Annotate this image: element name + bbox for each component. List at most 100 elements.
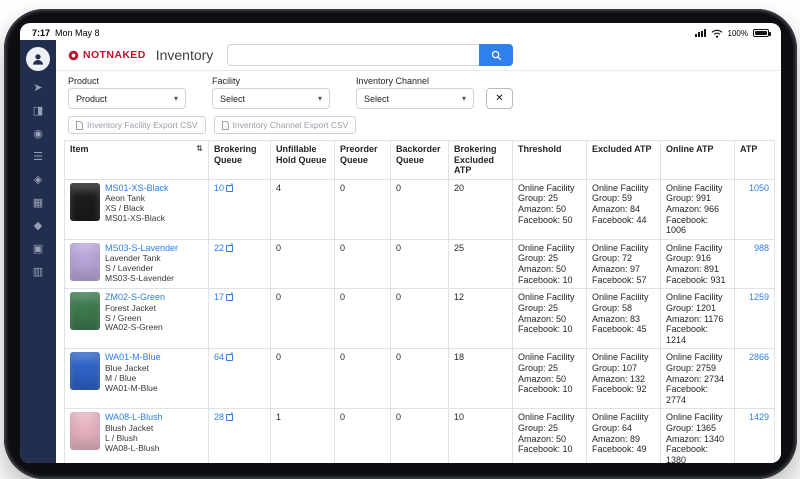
breakdown-facebook: Facebook: 10 xyxy=(518,274,573,285)
user-avatar[interactable] xyxy=(26,47,50,71)
brokering-queue-link[interactable]: 22 xyxy=(214,243,234,253)
app-shell: ➤ ◨ ◉ ☰ ◈ ▦ ◆ ▣ ▥ NOTNAKED Inventory Pro… xyxy=(20,40,781,463)
inventory-facility-export-csv-button[interactable]: Inventory Facility Export CSV xyxy=(68,116,206,134)
column-header-item[interactable]: Item ⇅ xyxy=(64,140,209,180)
column-header-threshold[interactable]: Threshold xyxy=(512,140,587,180)
brokering-excluded-atp-cell: 18 xyxy=(448,348,513,410)
atp-link[interactable]: 1050 xyxy=(749,183,769,193)
breakdown-group: Online Facility Group: 1365 xyxy=(666,412,723,434)
excluded-atp-cell: Online Facility Group: 58 Amazon: 83 Faceb… xyxy=(586,288,661,350)
item-code-link[interactable]: WA01-M-Blue xyxy=(105,352,161,363)
brand-logo-icon xyxy=(68,50,79,60)
facility-filter-label: Facility xyxy=(212,76,241,86)
column-header-unfillable-hold-queue[interactable]: Unfillable Hold Queue xyxy=(270,140,335,180)
breakdown-group: Online Facility Group: 25 xyxy=(518,352,575,373)
grid-icon[interactable]: ▦ xyxy=(33,198,43,209)
close-icon: ✕ xyxy=(495,93,504,104)
atp-cell: 1050 xyxy=(734,178,775,240)
channel-select[interactable]: Select ▾ xyxy=(356,88,474,109)
product-filter-label: Product xyxy=(68,76,100,86)
column-header-preorder-queue[interactable]: Preorder Queue xyxy=(334,140,391,180)
facility-select[interactable]: Select ▾ xyxy=(212,88,330,109)
search-bar xyxy=(227,44,514,66)
chevron-down-icon: ▾ xyxy=(461,94,466,103)
channel-select-value: Select xyxy=(364,93,390,104)
online-atp-cell: Online Facility Group: 991 Amazon: 966 Fac… xyxy=(660,178,735,240)
brokering-queue-link[interactable]: 10 xyxy=(214,183,234,193)
brand-logo[interactable]: NOTNAKED xyxy=(68,49,146,61)
item-column-label: Item xyxy=(70,144,89,154)
send-icon[interactable]: ➤ xyxy=(33,83,42,94)
breakdown-facebook: Facebook: 1380 xyxy=(666,444,709,463)
product-select[interactable]: Product ▾ xyxy=(68,88,186,109)
breakdown-facebook: Facebook: 49 xyxy=(592,444,647,455)
users-icon[interactable]: ◉ xyxy=(33,129,43,140)
item-cell: ZM02-S-Green Forest Jacket S / Green WA02-S… xyxy=(64,288,209,350)
column-header-online-atp[interactable]: Online ATP xyxy=(660,140,735,180)
unfillable-hold-queue-cell: 4 xyxy=(270,178,335,240)
column-header-backorder-queue[interactable]: Backorder Queue xyxy=(390,140,449,180)
breakdown-amazon: Amazon: 50 xyxy=(518,433,567,444)
item-code-link[interactable]: WA08-L-Blush xyxy=(105,412,163,423)
product-thumbnail[interactable] xyxy=(70,352,100,391)
cart-icon[interactable]: ◨ xyxy=(33,106,43,117)
breakdown-facebook: Facebook: 92 xyxy=(592,384,647,395)
brand-name: NOTNAKED xyxy=(83,49,146,61)
search-input[interactable] xyxy=(227,44,480,66)
product-thumbnail[interactable] xyxy=(70,182,100,221)
item-code-link[interactable]: ZM02-S-Green xyxy=(105,292,165,303)
external-link-icon xyxy=(226,243,234,252)
table-row: MS01-XS-Black Aeon Tank XS / Black MS01-XS-… xyxy=(64,178,775,240)
filter-bar: Product Product ▾ Facility Select ▾ Inve… xyxy=(56,71,781,111)
column-header-brokering-excluded-atp[interactable]: Brokering Excluded ATP xyxy=(448,140,513,180)
column-header-atp[interactable]: ATP xyxy=(734,140,775,180)
sort-icon[interactable]: ⇅ xyxy=(196,144,203,153)
brokering-queue-link[interactable]: 64 xyxy=(214,352,234,362)
breakdown-amazon: Amazon: 50 xyxy=(518,313,567,324)
inventory-channel-export-csv-button[interactable]: Inventory Channel Export CSV xyxy=(213,116,357,134)
search-icon xyxy=(491,50,501,60)
breakdown-group: Online Facility Group: 59 xyxy=(592,182,649,204)
unfillable-hold-queue-cell: 0 xyxy=(270,288,335,350)
external-link-icon xyxy=(226,292,234,302)
atp-cell: 1429 xyxy=(734,408,775,463)
atp-link[interactable]: 1429 xyxy=(749,412,769,422)
inventory-table-wrap: Item ⇅ Brokering Queue Unfillable Hold Queu… xyxy=(56,140,781,463)
backorder-queue-cell: 0 xyxy=(390,408,449,463)
search-button[interactable] xyxy=(479,44,514,66)
brokering-queue-link[interactable]: 28 xyxy=(214,412,234,422)
atp-link[interactable]: 1259 xyxy=(749,292,769,302)
breakdown-group: Online Facility Group: 991 xyxy=(666,182,723,204)
layers-icon[interactable]: ☰ xyxy=(33,152,43,163)
product-thumbnail[interactable] xyxy=(70,292,100,331)
shield-icon[interactable]: ◆ xyxy=(34,221,42,232)
excluded-atp-cell: Online Facility Group: 64 Amazon: 89 Faceb… xyxy=(586,408,661,463)
brokering-excluded-atp-cell: 10 xyxy=(448,408,513,463)
preorder-queue-cell: 0 xyxy=(334,178,391,240)
excluded-atp-cell: Online Facility Group: 59 Amazon: 84 Faceb… xyxy=(586,178,661,240)
atp-link[interactable]: 2866 xyxy=(749,352,769,362)
box-icon[interactable]: ◈ xyxy=(34,175,42,186)
video-icon[interactable]: ▣ xyxy=(33,244,43,255)
table-row: WA08-L-Blush Blush Jacket L / Blush WA08-L-… xyxy=(64,408,775,463)
atp-cell: 1259 xyxy=(734,288,775,350)
clear-filters-button[interactable]: ✕ xyxy=(486,88,513,109)
screen: 7:17 Mon May 8 100% ➤ ◨ ◉ ☰ ◈ ▦ ◆ ▣ ▥ NO… xyxy=(20,23,781,463)
column-header-brokering-queue[interactable]: Brokering Queue xyxy=(208,140,271,180)
item-code-link[interactable]: MS03-S-Lavender xyxy=(105,243,178,254)
column-header-excluded-atp[interactable]: Excluded ATP xyxy=(586,140,661,180)
product-thumbnail[interactable] xyxy=(70,242,100,281)
item-sku: WA08-L-Blush xyxy=(105,442,160,453)
backorder-queue-cell: 0 xyxy=(390,178,449,240)
online-atp-cell: Online Facility Group: 1201 Amazon: 1176 F… xyxy=(660,288,735,350)
breakdown-amazon: Amazon: 84 xyxy=(592,204,641,215)
breakdown-amazon: Amazon: 966 xyxy=(666,204,720,215)
breakdown-facebook: Facebook: 45 xyxy=(592,324,647,335)
brokering-queue-link[interactable]: 17 xyxy=(214,292,234,302)
chart-icon[interactable]: ▥ xyxy=(33,267,43,278)
item-code-link[interactable]: MS01-XS-Black xyxy=(105,183,169,194)
tablet-frame: 7:17 Mon May 8 100% ➤ ◨ ◉ ☰ ◈ ▦ ◆ ▣ ▥ NO… xyxy=(4,9,797,479)
breakdown-amazon: Amazon: 83 xyxy=(592,313,641,324)
product-thumbnail[interactable] xyxy=(70,412,100,451)
atp-link[interactable]: 988 xyxy=(754,243,769,253)
